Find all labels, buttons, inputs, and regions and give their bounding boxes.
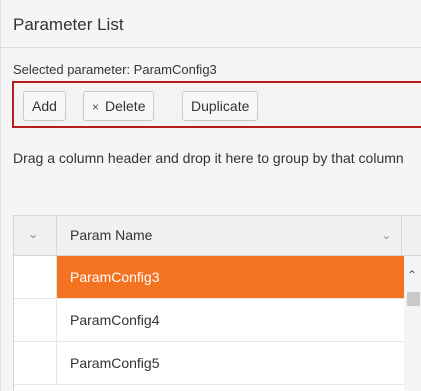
panel-title: Parameter List [13,15,124,34]
table-row[interactable]: ParamConfig3 [14,256,404,299]
duplicate-button[interactable]: Duplicate [182,91,259,121]
add-button-label: Add [32,98,57,114]
delete-button-label: Delete [105,98,146,114]
title-divider [1,47,421,48]
table-row[interactable]: ParamConfig5 [14,342,404,385]
column-menu-chevron-down-icon[interactable]: ⌄ [382,229,391,242]
vertical-scrollbar[interactable]: ⌃ [404,256,421,391]
delete-button[interactable]: × Delete [83,91,155,121]
expand-column-header[interactable]: ⌄ [14,216,57,255]
column-header-label: Param Name [70,227,153,243]
scroll-up-icon[interactable]: ⌃ [407,269,417,281]
column-header-param-name[interactable]: Param Name ⌄ [57,216,402,255]
table-row[interactable]: ParamConfig4 [14,299,404,342]
parameter-list-panel: Parameter List Selected parameter: Param… [0,0,421,391]
param-name-cell[interactable]: ParamConfig4 [57,299,404,341]
row-expand-cell[interactable] [14,256,57,298]
row-expand-cell[interactable] [14,299,57,341]
param-name-cell[interactable]: ParamConfig5 [57,342,404,384]
param-name-cell[interactable]: ParamConfig3 [57,256,404,298]
group-by-drop-area[interactable]: Drag a column header and drop it here to… [13,140,413,176]
toolbar: Add × Delete Duplicate [12,81,421,128]
scrollbar-thumb[interactable] [407,292,420,306]
add-button[interactable]: Add [23,91,66,121]
chevron-down-icon: ⌄ [28,227,39,241]
grid-header-row: ⌄ Param Name ⌄ [14,216,421,256]
row-expand-cell[interactable] [14,342,57,384]
close-icon: × [92,100,100,114]
duplicate-button-label: Duplicate [191,98,250,114]
parameter-grid: ⌄ Param Name ⌄ ParamConfig3 ParamConfig4… [13,215,421,391]
selected-parameter-label: Selected parameter: ParamConfig3 [13,62,217,77]
